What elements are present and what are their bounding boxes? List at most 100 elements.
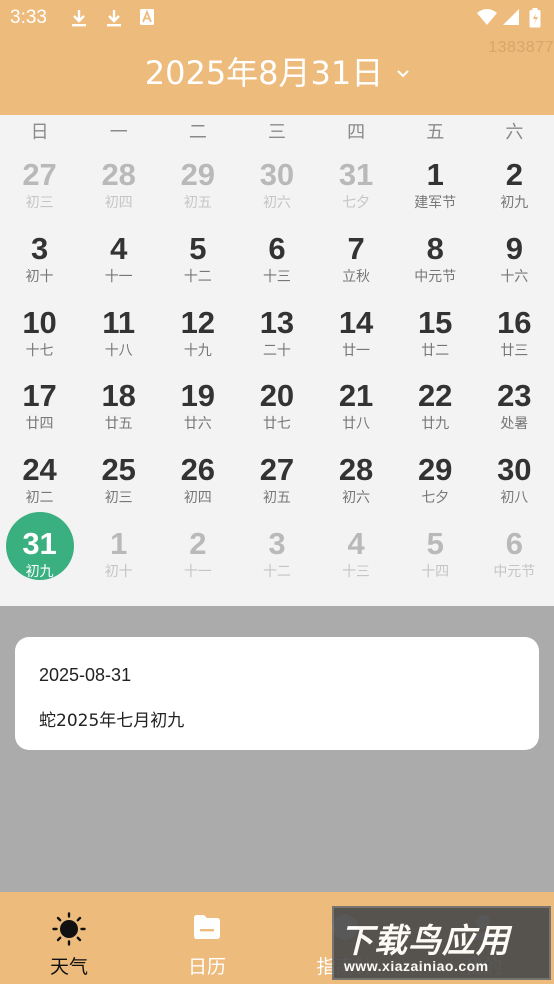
calendar-day[interactable]: 3 初十 [0, 231, 79, 305]
lunar-label: 廿六 [183, 416, 212, 433]
lunar-label: 中元节 [414, 268, 457, 285]
day-number: 28 [338, 452, 374, 488]
calendar-day[interactable]: 15 廿二 [396, 305, 475, 379]
watermark-url: www.xiazainiao.com [344, 958, 489, 974]
lunar-label: 十二 [262, 563, 291, 580]
calendar-day[interactable]: 4 十三 [317, 526, 396, 600]
day-number: 9 [505, 230, 523, 266]
day-number: 29 [417, 452, 453, 488]
calendar-day[interactable]: 22 廿九 [396, 378, 475, 452]
app-header: 3:33 1383877 2025年8月31日 [0, 0, 554, 115]
calendar-day[interactable]: 1 初十 [79, 526, 158, 600]
battery-icon [529, 8, 541, 32]
tab-calendar[interactable]: 日历 [138, 892, 276, 984]
lunar-label: 十二 [183, 268, 212, 285]
lunar-label: 十三 [342, 563, 371, 580]
lunar-label: 二十 [262, 342, 291, 359]
sun-icon [52, 912, 86, 950]
weekday-label: 四 [347, 122, 366, 143]
calendar-day[interactable]: 11 十八 [79, 305, 158, 379]
day-number: 14 [338, 304, 374, 340]
tab-label: 日历 [187, 956, 226, 978]
lunar-label: 初三 [104, 490, 133, 507]
weekday-label: 五 [426, 122, 445, 143]
calendar-day[interactable]: 17 廿四 [0, 378, 79, 452]
calendar-day[interactable]: 21 廿八 [317, 378, 396, 452]
lunar-label: 初五 [183, 195, 212, 211]
day-number: 5 [426, 525, 444, 561]
calendar-day[interactable]: 3 十二 [237, 526, 316, 600]
day-number: 20 [259, 378, 295, 414]
lunar-date: 蛇2025年七月初九 [39, 711, 185, 731]
day-number: 31 [22, 525, 57, 561]
day-number: 15 [417, 304, 453, 340]
calendar-day[interactable]: 31 七夕 [317, 157, 396, 231]
status-time: 3:33 [10, 7, 47, 28]
tab-weather[interactable]: 天气 [0, 892, 138, 984]
calendar-day[interactable]: 29 七夕 [396, 452, 475, 526]
calendar-day[interactable]: 23 处暑 [475, 378, 554, 452]
calendar-day[interactable]: 5 十二 [158, 231, 237, 305]
calendar-day[interactable]: 9 十六 [475, 231, 554, 305]
calendar-day[interactable]: 28 初六 [317, 452, 396, 526]
calendar-day[interactable]: 18 廿五 [79, 378, 158, 452]
weekday-header: 日 一 二 三 四 五 六 [0, 118, 554, 146]
calendar-day[interactable]: 14 廿一 [317, 305, 396, 379]
day-number: 27 [259, 452, 295, 488]
day-number: 4 [347, 525, 365, 561]
day-number: 2 [189, 525, 207, 561]
lunar-label: 十一 [104, 268, 133, 285]
day-number: 26 [180, 452, 216, 488]
calendar-day-selected[interactable]: 31 初九 [0, 511, 79, 600]
lunar-label: 初六 [342, 490, 371, 507]
day-number: 29 [180, 157, 216, 192]
calendar-day[interactable]: 2 十一 [158, 526, 237, 600]
lunar-label: 初四 [104, 195, 133, 211]
day-number: 8 [426, 230, 444, 266]
calendar-grid: 27 初三 28 初四 29 初五 30 初六 31 七夕 1 建军节 2 初九 3 初十 4 十一 5 十二 6 十三 7… [0, 157, 554, 600]
calendar-day[interactable]: 5 十四 [396, 526, 475, 600]
calendar-day[interactable]: 4 十一 [79, 231, 158, 305]
day-number: 17 [22, 378, 57, 414]
calendar-day[interactable]: 27 初五 [237, 452, 316, 526]
calendar-day[interactable]: 8 中元节 [396, 231, 475, 305]
calendar-day[interactable]: 13 二十 [237, 305, 316, 379]
calendar-day[interactable]: 28 初四 [79, 157, 158, 231]
page-title: 2025年8月31日 [144, 54, 384, 92]
calendar-day[interactable]: 26 初四 [158, 452, 237, 526]
lunar-label: 十四 [421, 563, 450, 580]
calendar-day[interactable]: 19 廿六 [158, 378, 237, 452]
lunar-label: 初九 [25, 563, 54, 580]
lunar-label: 廿九 [421, 416, 450, 433]
calendar-day[interactable]: 30 初八 [475, 452, 554, 526]
app-notification-icon [139, 8, 155, 30]
calendar-day[interactable]: 27 初三 [0, 157, 79, 231]
lunar-label: 七夕 [421, 490, 450, 507]
lunar-label: 廿一 [342, 342, 371, 359]
day-number: 21 [338, 378, 374, 414]
day-number: 3 [268, 525, 286, 561]
day-number: 27 [22, 157, 57, 192]
weekday-label: 日 [30, 122, 49, 143]
weekday-label: 六 [505, 122, 524, 143]
lunar-label: 廿七 [262, 416, 291, 433]
calendar-day[interactable]: 6 十三 [237, 231, 316, 305]
calendar-day[interactable]: 20 廿七 [237, 378, 316, 452]
day-number: 22 [417, 378, 453, 414]
calendar-day[interactable]: 7 立秋 [317, 231, 396, 305]
calendar-day[interactable]: 1 建军节 [396, 157, 475, 231]
calendar-day[interactable]: 30 初六 [237, 157, 316, 231]
calendar-day[interactable]: 2 初九 [475, 157, 554, 231]
calendar-day[interactable]: 10 十七 [0, 305, 79, 379]
calendar-day[interactable]: 29 初五 [158, 157, 237, 231]
calendar-day[interactable]: 25 初三 [79, 452, 158, 526]
month-picker[interactable]: 2025年8月31日 [0, 48, 554, 94]
lunar-label: 初九 [500, 195, 529, 211]
calendar-day[interactable]: 16 廿三 [475, 305, 554, 379]
day-number: 6 [505, 525, 523, 561]
lunar-label: 处暑 [500, 416, 529, 433]
lunar-label: 廿五 [104, 416, 133, 433]
calendar-day[interactable]: 12 十九 [158, 305, 237, 379]
chevron-down-icon [397, 48, 409, 86]
calendar-day[interactable]: 6 中元节 [475, 526, 554, 600]
